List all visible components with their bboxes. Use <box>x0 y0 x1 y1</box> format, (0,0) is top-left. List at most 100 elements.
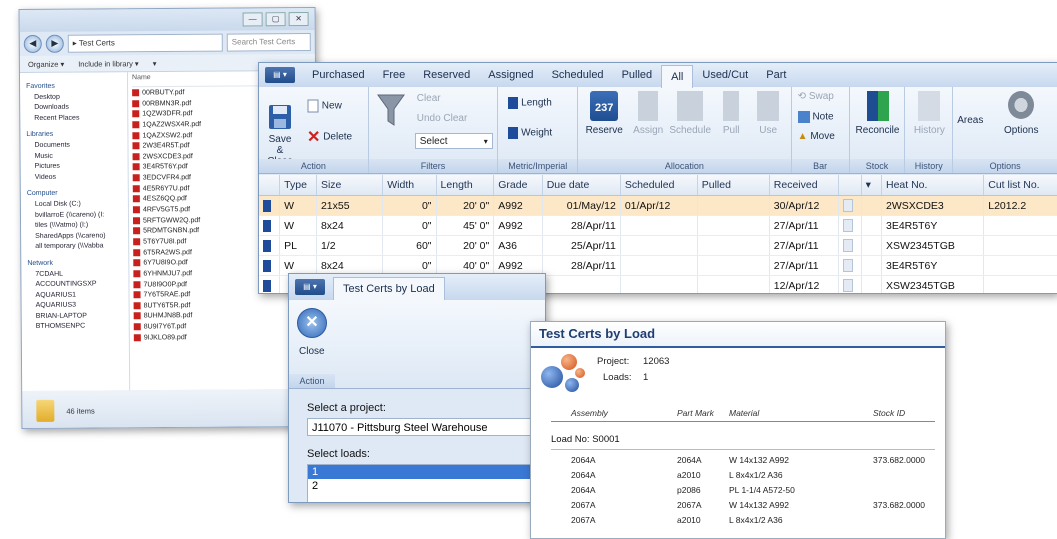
cell-received[interactable]: 27/Apr/11 <box>769 215 839 236</box>
cell-width[interactable]: 0" <box>382 195 437 216</box>
cell-received[interactable]: 27/Apr/11 <box>769 255 839 276</box>
length-button[interactable]: Length <box>508 97 552 109</box>
project-select[interactable]: J11070 - Pittsburg Steel Warehouse <box>307 418 543 436</box>
cell-pulled[interactable] <box>697 215 770 236</box>
reconcile-button[interactable]: Reconcile <box>854 91 902 136</box>
cell-pulled[interactable] <box>697 275 770 293</box>
search-input[interactable]: Search Test Certs <box>226 33 311 52</box>
weight-button[interactable]: Weight <box>508 127 552 139</box>
nav-item[interactable]: all temporary (\\Vabba <box>27 243 128 254</box>
cell-due[interactable]: 01/May/12 <box>542 195 621 216</box>
cell-size[interactable]: 1/2 <box>316 235 384 256</box>
cell-cutlist[interactable]: L2012.2 <box>983 195 1057 216</box>
table-row[interactable]: W 8x24 0" 45' 0" A992 28/Apr/11 27/Apr/11 3E4R5… <box>259 215 1057 236</box>
cell-heat[interactable]: 3E4R5T6Y <box>881 255 985 276</box>
cell-received[interactable]: 12/Apr/12 <box>769 275 839 293</box>
nav-item[interactable]: 7CDAHL <box>27 270 128 281</box>
pull-button[interactable]: Pull <box>716 91 746 136</box>
schedule-button[interactable]: Schedule <box>668 91 712 136</box>
maximize-icon[interactable]: ▢ <box>265 12 286 27</box>
nav-group[interactable]: Computer <box>27 190 128 201</box>
cell-received[interactable]: 30/Apr/12 <box>769 195 839 216</box>
organize-button[interactable]: Organize ▾ <box>28 59 64 68</box>
cell-width[interactable]: 60" <box>382 235 437 256</box>
cell-type[interactable]: PL <box>279 235 317 256</box>
cell-grade[interactable]: A992 <box>493 215 543 236</box>
cell-length[interactable]: 45' 0" <box>436 215 495 236</box>
nav-item[interactable]: ACCOUNTINGSXP <box>27 280 128 291</box>
cell-pulled[interactable] <box>697 195 770 216</box>
close-icon[interactable]: ✕ <box>288 12 309 27</box>
close-circle-icon[interactable]: ✕ <box>297 308 327 338</box>
column-header[interactable]: Width <box>382 175 437 196</box>
nav-group[interactable]: Libraries <box>26 131 127 142</box>
back-icon[interactable]: ◀ <box>23 34 42 54</box>
column-header[interactable]: Scheduled <box>620 175 698 196</box>
more-button[interactable]: ▾ <box>153 59 157 68</box>
nav-item[interactable]: tiles (\\Vatmo) (I:) <box>27 221 128 232</box>
close-button[interactable]: Close <box>299 346 325 357</box>
cell-received[interactable]: 27/Apr/11 <box>769 235 839 256</box>
include-library-button[interactable]: Include in library ▾ <box>78 59 139 68</box>
cell-scheduled[interactable] <box>620 255 698 276</box>
new-button[interactable]: New <box>307 99 342 113</box>
tab-purchased[interactable]: Purchased <box>303 63 374 87</box>
cell-cutlist[interactable] <box>983 255 1057 276</box>
options-button[interactable]: Options <box>997 91 1045 136</box>
table-row[interactable]: PL 1/2 60" 20' 0" A36 25/Apr/11 27/Apr/11 XSW23… <box>259 235 1057 256</box>
column-header[interactable]: Length <box>436 175 495 196</box>
tab-used-cut[interactable]: Used/Cut <box>693 63 757 87</box>
minimize-icon[interactable]: — <box>242 12 263 27</box>
filter-icon[interactable] <box>376 93 405 127</box>
cell-heat[interactable]: 2WSXCDE3 <box>881 195 985 216</box>
cell-length[interactable]: 20' 0" <box>436 195 495 216</box>
tab-part[interactable]: Part <box>757 63 795 87</box>
tab-scheduled[interactable]: Scheduled <box>543 63 613 87</box>
delete-button[interactable]: ✕ Delete <box>307 127 352 147</box>
nav-item[interactable]: SharedApps (\\careno) <box>27 232 128 243</box>
nav-item[interactable]: Downloads <box>26 103 127 114</box>
tab-reserved[interactable]: Reserved <box>414 63 479 87</box>
assign-button[interactable]: Assign <box>630 91 666 136</box>
column-header[interactable]: Received <box>769 175 839 196</box>
forward-icon[interactable]: ▶ <box>45 34 64 53</box>
cell-heat[interactable]: XSW2345TGB <box>881 235 985 256</box>
cell-type[interactable]: W <box>279 195 317 216</box>
nav-group[interactable]: Favorites <box>26 82 127 93</box>
column-header[interactable]: Type <box>279 175 317 196</box>
tab-free[interactable]: Free <box>374 63 415 87</box>
table-row[interactable]: W 21x55 0" 20' 0" A992 01/May/12 01/Apr/12 30/A… <box>259 195 1057 216</box>
clear-button[interactable]: Clear <box>417 93 441 104</box>
cell-cutlist[interactable] <box>983 215 1057 236</box>
column-header[interactable]: Grade <box>493 175 543 196</box>
cell-size[interactable]: 8x24 <box>316 215 384 236</box>
cell-pulled[interactable] <box>697 255 770 276</box>
cell-cutlist[interactable] <box>983 235 1057 256</box>
cell-type[interactable]: W <box>279 215 317 236</box>
cell-due[interactable]: 28/Apr/11 <box>542 215 621 236</box>
cell-scheduled[interactable] <box>620 215 698 236</box>
column-header[interactable]: Due date <box>542 175 621 196</box>
cell-grade[interactable]: A992 <box>493 195 543 216</box>
column-header[interactable]: ▾ <box>861 175 883 196</box>
cell-due[interactable] <box>542 275 621 293</box>
column-header[interactable]: Heat No. <box>881 175 985 196</box>
column-header[interactable]: Pulled <box>697 175 770 196</box>
nav-item[interactable]: BRIAN-LAPTOP <box>28 312 129 323</box>
undo-clear-button[interactable]: Undo Clear <box>417 113 468 124</box>
use-button[interactable]: Use <box>752 91 784 136</box>
cell-pulled[interactable] <box>697 235 770 256</box>
tab-pulled[interactable]: Pulled <box>613 63 662 87</box>
address-field[interactable]: ▸ Test Certs <box>67 33 223 53</box>
cell-attachment[interactable] <box>838 215 862 236</box>
dialog-app-menu-button[interactable]: ▤ ▾ <box>295 279 325 295</box>
column-header[interactable]: Size <box>316 175 384 196</box>
reserve-button[interactable]: 237 Reserve <box>584 91 624 136</box>
nav-item[interactable]: Music <box>27 152 128 163</box>
areas-button[interactable]: Areas <box>957 115 983 126</box>
column-header[interactable] <box>259 175 281 196</box>
cell-attachment[interactable] <box>838 235 862 256</box>
cell-attachment[interactable] <box>838 275 862 293</box>
tab-test-certs-by-load[interactable]: Test Certs by Load <box>333 276 445 300</box>
cell-attachment[interactable] <box>838 255 862 276</box>
